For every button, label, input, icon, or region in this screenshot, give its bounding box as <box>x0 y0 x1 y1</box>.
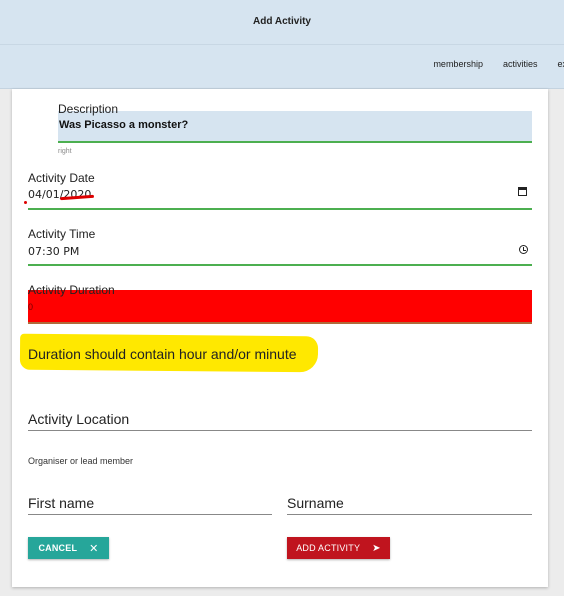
clock-icon[interactable] <box>519 245 528 254</box>
add-activity-form: Description Was Picasso a monster? right… <box>12 89 548 587</box>
red-annotation-dot <box>24 201 27 204</box>
close-icon: ✕ <box>89 542 99 555</box>
surname-input[interactable] <box>287 514 532 515</box>
duration-error-message: Duration should contain hour and/or minu… <box>28 346 297 362</box>
send-icon: ➤ <box>372 542 381 554</box>
date-underline <box>28 208 532 210</box>
time-label: Activity Time <box>28 227 96 241</box>
add-activity-button-label: ADD ACTIVITY <box>296 543 361 553</box>
location-input[interactable] <box>28 430 532 431</box>
description-value[interactable]: Was Picasso a monster? <box>59 119 188 131</box>
app-header: Add Activity membership activities exh <box>0 0 564 89</box>
nav-membership[interactable]: membership <box>433 59 483 69</box>
top-nav: membership activities exh <box>433 59 564 69</box>
page-title: Add Activity <box>253 16 311 27</box>
surname-label: Surname <box>287 495 344 511</box>
time-input[interactable]: 07:30 PM <box>28 245 79 258</box>
calendar-icon[interactable] <box>518 187 527 196</box>
duration-value[interactable]: 0 <box>28 302 33 312</box>
header-divider <box>0 44 564 45</box>
description-helper: right <box>58 148 72 155</box>
cancel-button[interactable]: CANCEL ✕ <box>28 537 109 559</box>
organiser-note: Organiser or lead member <box>28 456 134 466</box>
first-name-input[interactable] <box>28 514 272 515</box>
date-label: Activity Date <box>28 171 95 185</box>
time-underline <box>28 264 532 266</box>
nav-activities[interactable]: activities <box>503 59 538 69</box>
location-label: Activity Location <box>28 411 130 427</box>
duration-label: Activity Duration <box>28 283 115 297</box>
cancel-button-label: CANCEL <box>38 543 78 553</box>
add-activity-button[interactable]: ADD ACTIVITY ➤ <box>287 537 390 559</box>
nav-exhibitions[interactable]: exh <box>557 59 564 69</box>
description-label: Description <box>58 102 119 116</box>
first-name-label: First name <box>28 495 95 511</box>
